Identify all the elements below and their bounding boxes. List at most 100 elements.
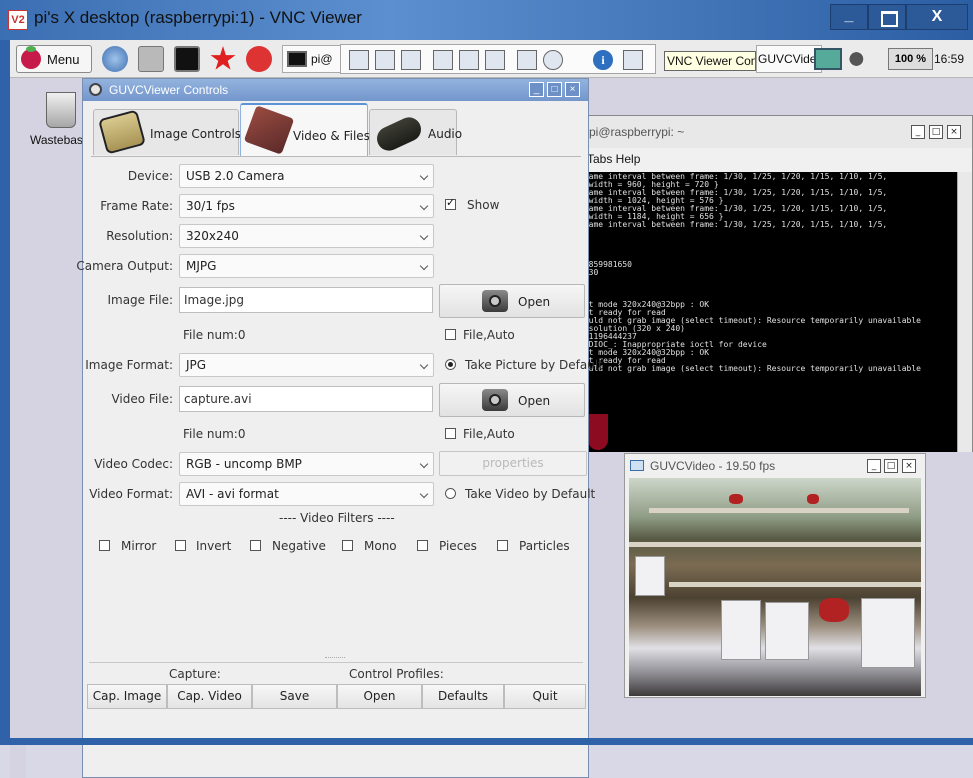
video-file-input[interactable]: capture.avi (179, 386, 433, 412)
device-select[interactable]: USB 2.0 Camera (179, 164, 434, 188)
wastebasket-icon[interactable] (46, 92, 76, 128)
chevron-down-icon (419, 360, 429, 370)
vnc-window-border (0, 40, 10, 745)
take-video-default-radio[interactable] (445, 488, 456, 499)
quit-button[interactable]: Quit (504, 684, 586, 709)
vnc-options-icon[interactable] (623, 50, 643, 70)
open-label: Open (518, 394, 551, 408)
film-icon (243, 105, 295, 155)
controls-minimize-button[interactable]: _ (529, 82, 544, 97)
open-profile-button[interactable]: Open (337, 684, 422, 709)
camera-output-label: Camera Output: (76, 259, 173, 273)
frame-rate-select[interactable]: 30/1 fps (179, 194, 434, 218)
terminal-scrollbar[interactable] (957, 172, 972, 452)
shelf (649, 508, 909, 513)
tabbar: Image Controls Video & Files Audio (83, 103, 588, 156)
terminal-maximize-button[interactable]: □ (929, 125, 943, 139)
cap-image-button[interactable]: Cap. Image (87, 684, 167, 709)
terminal-line: Frame interval between frame: 1/30, 1/25… (579, 220, 888, 229)
terminal-menubar[interactable]: Tabs Help (577, 152, 972, 170)
tab-image-controls[interactable]: Image Controls (93, 109, 242, 155)
frame-rate-label: Frame Rate: (100, 199, 173, 213)
controls-close-button[interactable]: × (565, 82, 580, 97)
terminal-line: 859981650 (579, 260, 632, 269)
vnc-window-title: pi's X desktop (raspberrypi:1) - VNC Vie… (34, 8, 362, 27)
video-file-num: File num:0 (183, 427, 246, 441)
fullscreen-icon[interactable] (459, 50, 479, 70)
codec-properties-button[interactable]: properties (439, 451, 587, 476)
mirror-checkbox[interactable] (99, 540, 110, 551)
computer-icon[interactable] (349, 50, 369, 70)
video-codec-value: RGB - uncomp BMP (186, 457, 302, 471)
taskbar-item-terminal[interactable]: pi@ (282, 45, 342, 73)
invert-checkbox[interactable] (175, 540, 186, 551)
web-browser-icon[interactable] (102, 46, 128, 72)
guvcvideo-titlebar: GUVCVideo - 19.50 fps _ □ × (625, 454, 925, 478)
video-open-button[interactable]: Open (439, 383, 585, 417)
cap-video-button[interactable]: Cap. Video (167, 684, 252, 709)
video-format-select[interactable]: AVI - avi format (179, 482, 434, 506)
video-close-button[interactable]: × (902, 459, 916, 473)
resize-grip[interactable] (325, 657, 345, 661)
image-open-button[interactable]: Open (439, 284, 585, 318)
particles-checkbox[interactable] (497, 540, 508, 551)
vnc-minimize-button[interactable]: _ (830, 4, 868, 30)
chevron-down-icon (419, 231, 429, 241)
image-format-value: JPG (186, 358, 207, 372)
video-codec-select[interactable]: RGB - uncomp BMP (179, 452, 434, 476)
mathematica-icon[interactable] (210, 46, 236, 70)
take-picture-default-radio[interactable] (445, 359, 456, 370)
tab-label: Image Controls (150, 127, 242, 141)
ctrl-alt-del-icon[interactable] (485, 50, 505, 70)
controls-maximize-button[interactable]: □ (547, 82, 562, 97)
menu-button[interactable]: Menu (16, 45, 92, 73)
volume-icon[interactable] (848, 48, 876, 70)
device-label: Device: (127, 169, 173, 183)
video-maximize-button[interactable]: □ (884, 459, 898, 473)
mono-checkbox[interactable] (342, 540, 353, 551)
file-manager-icon[interactable] (138, 46, 164, 72)
tab-label: Video & Files (293, 129, 370, 143)
camera-output-select[interactable]: MJPG (179, 254, 434, 278)
pieces-label: Pieces (439, 539, 477, 553)
tab-video-files[interactable]: Video & Files (240, 103, 370, 156)
vnc-close-button[interactable]: X (906, 4, 968, 30)
save-profile-button[interactable]: Save (252, 684, 337, 709)
remote-desktop: Menu pi@ i VNC Viewer Controls GUVCVideo… (10, 40, 973, 778)
show-checkbox[interactable] (445, 196, 456, 210)
terminal-minimize-button[interactable]: _ (911, 125, 925, 139)
tab-audio[interactable]: Audio (369, 109, 462, 155)
save-icon[interactable] (375, 50, 395, 70)
network-icon[interactable] (814, 48, 842, 70)
terminal-window: pi@raspberrypi: ~ _ □ × Tabs Help Frame … (576, 115, 973, 452)
chat-icon[interactable] (543, 50, 563, 70)
defaults-button[interactable]: Defaults (422, 684, 504, 709)
video-minimize-button[interactable]: _ (867, 459, 881, 473)
tools-icon[interactable] (433, 50, 453, 70)
terminal-close-button[interactable]: × (947, 125, 961, 139)
terminal-icon[interactable] (174, 46, 200, 72)
screenshot-icon[interactable] (401, 50, 421, 70)
storage-drawers (765, 602, 809, 660)
image-format-select[interactable]: JPG (179, 353, 434, 377)
terminal-line: Could not grab image (select timeout): R… (579, 364, 921, 373)
wolfram-icon[interactable] (246, 46, 272, 72)
terminal-output[interactable]: Frame interval between frame: 1/30, 1/25… (577, 172, 957, 452)
image-file-input[interactable]: Image.jpg (179, 287, 433, 313)
negative-checkbox[interactable] (250, 540, 261, 551)
taskbar-item-guvcvideo[interactable]: GUVCVideo - 19.50 fps (756, 45, 822, 73)
chevron-down-icon (419, 489, 429, 499)
show-label: Show (467, 198, 500, 212)
camera-lens-icon (489, 295, 501, 307)
info-icon[interactable]: i (593, 50, 613, 70)
pieces-checkbox[interactable] (417, 540, 428, 551)
image-file-auto-checkbox[interactable] (445, 329, 456, 340)
storage-drawers (721, 600, 761, 660)
video-file-auto-checkbox[interactable] (445, 428, 456, 439)
resolution-select[interactable]: 320x240 (179, 224, 434, 248)
vnc-maximize-button[interactable] (868, 4, 906, 30)
invert-label: Invert (196, 539, 232, 553)
transfer-icon[interactable] (517, 50, 537, 70)
